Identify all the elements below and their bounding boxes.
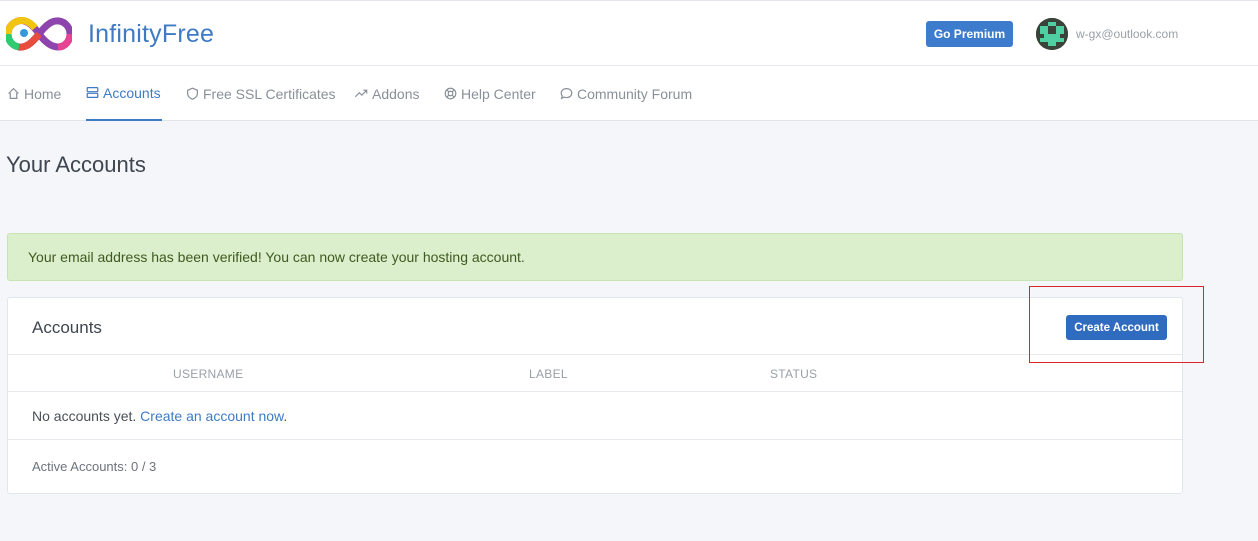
brand-name: InfinityFree — [88, 19, 215, 48]
nav-item-community-forum[interactable]: Community Forum — [560, 66, 692, 121]
lifebuoy-icon — [444, 87, 457, 100]
nav-item-ssl[interactable]: Free SSL Certificates — [186, 66, 336, 121]
brand-logo-link[interactable]: InfinityFree — [6, 13, 214, 55]
alert-message: Your email address has been verified! Yo… — [28, 249, 525, 265]
empty-state-text: No accounts yet. — [32, 408, 137, 424]
nav-label-ssl: Free SSL Certificates — [203, 85, 336, 102]
nav-label-addons: Addons — [372, 85, 420, 102]
avatar — [1036, 18, 1068, 50]
verified-alert: Your email address has been verified! Yo… — [7, 233, 1183, 281]
trending-icon — [354, 89, 368, 98]
page-title: Your Accounts — [6, 152, 146, 177]
top-header: InfinityFree Go Premium w-gx@outlook.com — [0, 0, 1258, 66]
column-header-username: USERNAME — [173, 367, 244, 381]
create-account-link[interactable]: Create an account now — [140, 408, 283, 424]
nav-item-home[interactable]: Home — [7, 66, 61, 121]
main-nav: Home Accounts Free SSL Certificates Addo… — [0, 66, 1258, 121]
go-premium-button[interactable]: Go Premium — [926, 21, 1013, 47]
create-account-button[interactable]: Create Account — [1066, 315, 1167, 340]
column-header-label: LABEL — [529, 367, 568, 381]
accounts-card: Accounts Create Account USERNAME LABEL S… — [7, 297, 1183, 494]
active-accounts-count: Active Accounts: 0 / 3 — [32, 459, 157, 474]
nav-label-community-forum: Community Forum — [577, 85, 693, 102]
infinity-logo-icon — [6, 16, 72, 51]
column-header-status: STATUS — [770, 367, 818, 381]
table-row-empty: No accounts yet. Create an account now. — [8, 392, 1182, 440]
accounts-table-header: USERNAME LABEL STATUS — [8, 354, 1182, 392]
shield-icon — [187, 87, 198, 100]
empty-state-suffix: . — [283, 408, 288, 424]
server-icon — [86, 87, 99, 98]
nav-item-accounts[interactable]: Accounts — [86, 66, 162, 121]
user-email: w-gx@outlook.com — [1076, 27, 1179, 41]
nav-label-accounts: Accounts — [103, 84, 161, 101]
pixel-avatar-icon — [1036, 18, 1068, 50]
nav-label-help-center: Help Center — [461, 85, 536, 102]
home-icon — [8, 87, 19, 99]
chat-icon — [560, 88, 573, 100]
nav-label-home: Home — [24, 85, 62, 102]
nav-item-help-center[interactable]: Help Center — [444, 66, 536, 121]
nav-item-addons[interactable]: Addons — [354, 66, 419, 121]
empty-state: No accounts yet. Create an account now. — [32, 408, 287, 424]
user-menu[interactable]: w-gx@outlook.com — [1036, 18, 1178, 50]
accounts-card-title: Accounts — [32, 318, 102, 337]
